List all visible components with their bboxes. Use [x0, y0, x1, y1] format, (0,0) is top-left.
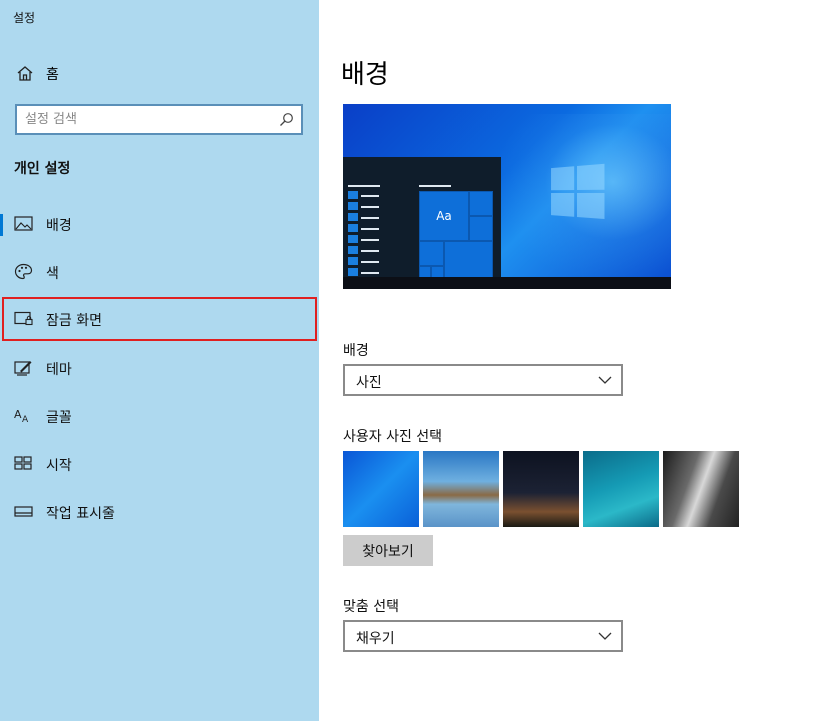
svg-text:A: A	[22, 415, 29, 424]
page-title: 배경	[341, 60, 389, 90]
picture-icon	[14, 216, 33, 231]
home-icon	[17, 66, 33, 81]
preview-tile	[469, 191, 493, 216]
sidebar-item-theme[interactable]: 테마	[0, 346, 319, 390]
lock-screen-icon	[14, 311, 33, 326]
section-title: 개인 설정	[14, 161, 71, 177]
picture-thumbnail-underwater[interactable]	[583, 451, 659, 527]
preview-tile	[444, 241, 493, 278]
windows-logo-icon	[551, 163, 608, 222]
start-grid-icon	[14, 456, 32, 470]
sidebar-item-label: 색	[46, 266, 59, 282]
palette-icon	[14, 263, 33, 280]
active-indicator	[0, 214, 3, 236]
search-icon[interactable]	[279, 112, 294, 127]
preview-start-menu: Aa	[343, 157, 501, 279]
taskbar-icon	[14, 506, 33, 517]
app-title: 설정	[13, 11, 36, 25]
choose-picture-label: 사용자 사진 선택	[343, 429, 443, 445]
preview-app-icons	[348, 191, 358, 279]
background-label: 배경	[343, 343, 369, 359]
picture-thumbnail-beach[interactable]	[423, 451, 499, 527]
preview-line	[348, 185, 380, 187]
sidebar-item-label: 잠금 화면	[46, 313, 102, 329]
svg-text:A: A	[14, 408, 22, 421]
search-box[interactable]	[15, 104, 303, 135]
preview-app-lines	[361, 195, 379, 283]
sidebar-item-home[interactable]: 홈	[0, 56, 319, 90]
sidebar-item-label: 글꼴	[46, 410, 72, 426]
sidebar-item-label: 작업 표시줄	[46, 506, 115, 522]
preview-tile	[469, 216, 493, 241]
chevron-down-icon	[598, 376, 612, 384]
preview-taskbar	[343, 277, 671, 289]
picture-thumbnail-night-sky[interactable]	[503, 451, 579, 527]
sidebar-item-lock-screen[interactable]: 잠금 화면	[2, 297, 317, 341]
browse-button[interactable]: 찾아보기	[343, 535, 433, 566]
fit-dropdown[interactable]: 채우기	[343, 620, 623, 652]
sidebar-item-fonts[interactable]: A A 글꼴	[0, 394, 319, 438]
theme-brush-icon	[14, 361, 32, 376]
font-icon: A A	[14, 408, 29, 424]
preview-tile-font: Aa	[419, 191, 469, 241]
sidebar-item-label: 배경	[46, 218, 72, 234]
sidebar-item-label: 홈	[46, 67, 59, 83]
preview-tile	[419, 241, 444, 266]
chevron-down-icon	[598, 632, 612, 640]
picture-thumbnails	[343, 451, 739, 527]
background-preview: Aa	[343, 104, 671, 289]
background-type-dropdown[interactable]: 사진	[343, 364, 623, 396]
preview-tile-text: Aa	[436, 209, 452, 223]
sidebar: 설정 홈 개인 설정 배경 색	[0, 0, 319, 721]
picture-thumbnail-windows[interactable]	[343, 451, 419, 527]
sidebar-item-label: 테마	[46, 362, 72, 378]
fit-label: 맞춤 선택	[343, 599, 399, 615]
dropdown-value: 사진	[356, 375, 382, 391]
picture-thumbnail-rock[interactable]	[663, 451, 739, 527]
dropdown-value: 채우기	[356, 631, 395, 647]
sidebar-item-background[interactable]: 배경	[0, 202, 319, 246]
search-input[interactable]	[25, 109, 275, 130]
sidebar-item-taskbar[interactable]: 작업 표시줄	[0, 490, 319, 534]
sidebar-item-label: 시작	[46, 458, 72, 474]
preview-line	[419, 185, 451, 187]
sidebar-item-color[interactable]: 색	[0, 250, 319, 294]
sidebar-item-start[interactable]: 시작	[0, 442, 319, 486]
